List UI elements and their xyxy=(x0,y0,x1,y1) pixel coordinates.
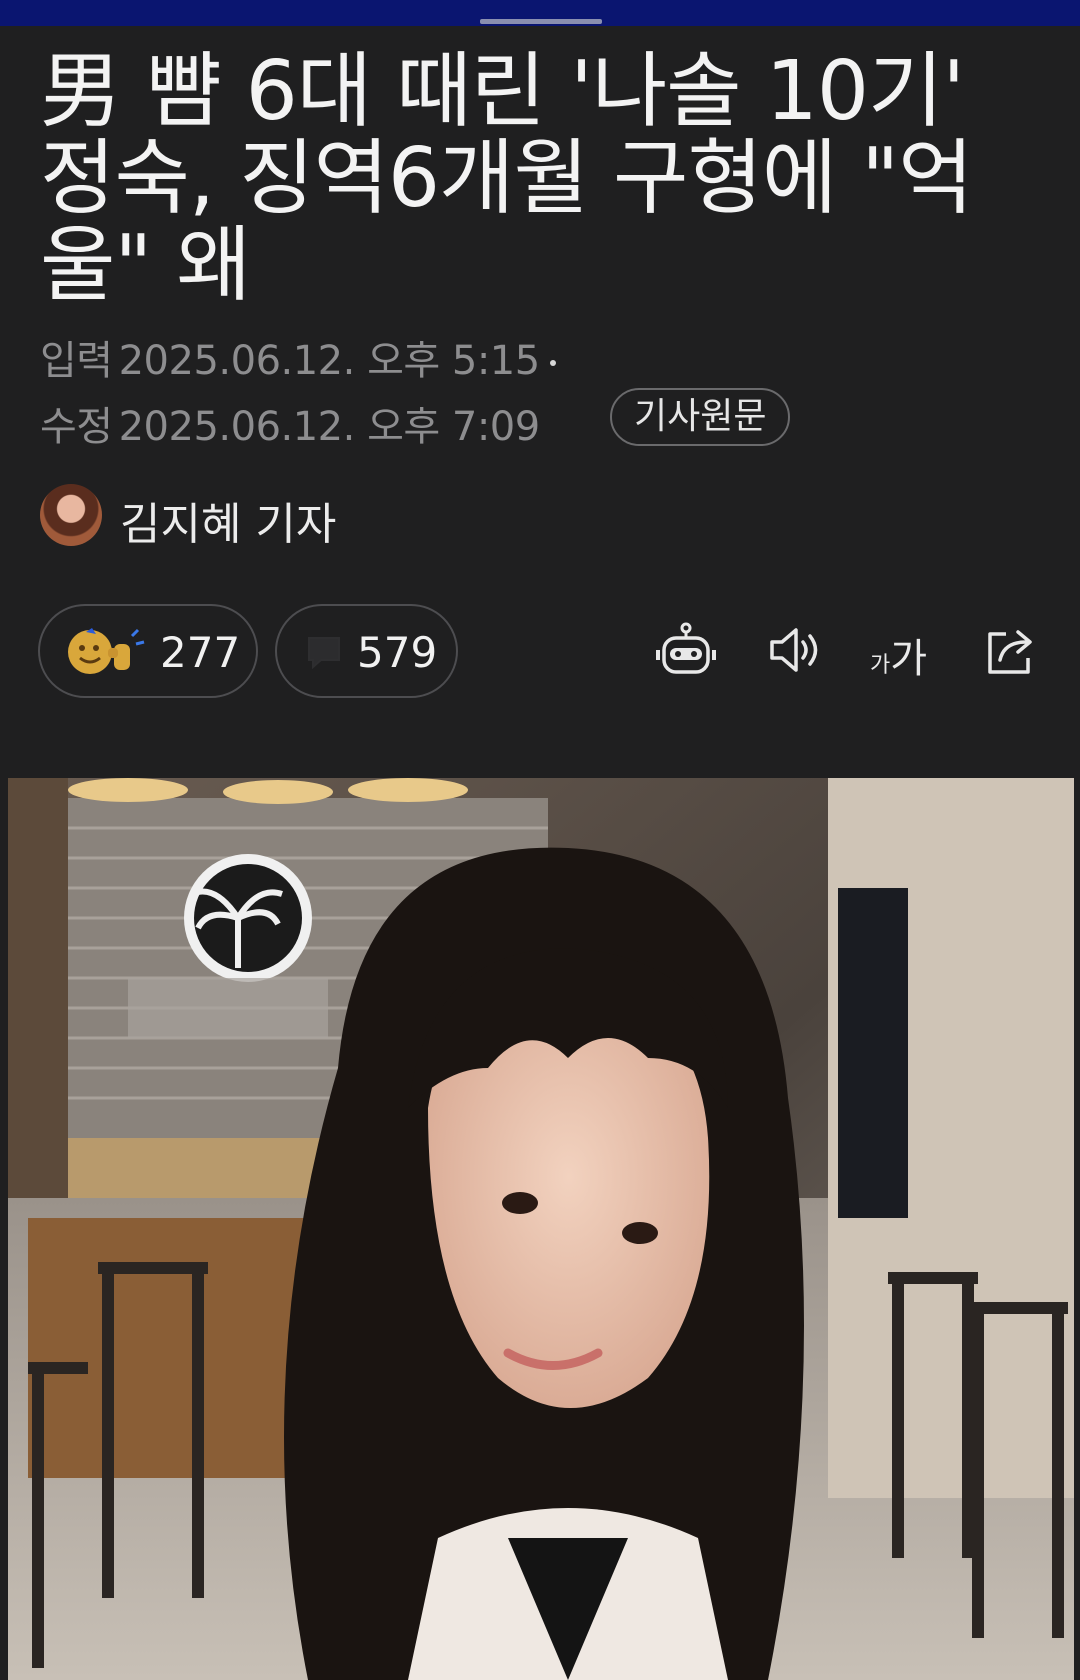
edit-timestamp: 수정 2025.06.12. 오후 7:09 xyxy=(40,394,540,452)
share-icon xyxy=(988,630,1032,674)
speaker-icon xyxy=(770,628,818,672)
summary-bot-button[interactable] xyxy=(656,622,716,678)
author-avatar[interactable] xyxy=(40,484,102,546)
like-count: 277 xyxy=(160,628,241,677)
comment-icon xyxy=(308,637,340,670)
font-size-small-glyph: 가 xyxy=(870,653,891,678)
edit-label: 수정 xyxy=(40,404,113,450)
edit-time: 2025.06.12. 오후 7:09 xyxy=(118,404,541,450)
font-size-large-glyph: 가 xyxy=(890,636,928,682)
font-size-button[interactable]: 가가 xyxy=(870,626,927,684)
separator-dot xyxy=(549,360,556,366)
input-time: 2025.06.12. 오후 5:15 xyxy=(118,338,541,384)
text-to-speech-button[interactable] xyxy=(768,622,820,678)
top-status-bar xyxy=(0,0,1080,26)
original-article-button[interactable]: 기사원문 xyxy=(610,388,791,446)
comment-count: 579 xyxy=(357,628,438,677)
author-name[interactable]: 김지혜 기자 xyxy=(120,488,336,552)
reaction-button[interactable]: 277 xyxy=(38,604,258,698)
robot-summary-icon xyxy=(656,622,716,674)
photo-illustration xyxy=(8,778,1074,1680)
article-headline: 男 뺨 6대 때린 '나솔 10기' 정숙, 징역6개월 구형에 "억울" 왜 xyxy=(40,44,974,313)
comment-button[interactable]: 579 xyxy=(275,604,458,698)
share-button[interactable] xyxy=(984,622,1038,678)
clap-emoji-icon xyxy=(68,628,145,674)
input-timestamp: 입력 2025.06.12. 오후 5:15 xyxy=(40,328,556,386)
input-label: 입력 xyxy=(40,338,113,384)
article-photo[interactable] xyxy=(8,778,1074,1680)
scroll-indicator xyxy=(480,19,602,24)
